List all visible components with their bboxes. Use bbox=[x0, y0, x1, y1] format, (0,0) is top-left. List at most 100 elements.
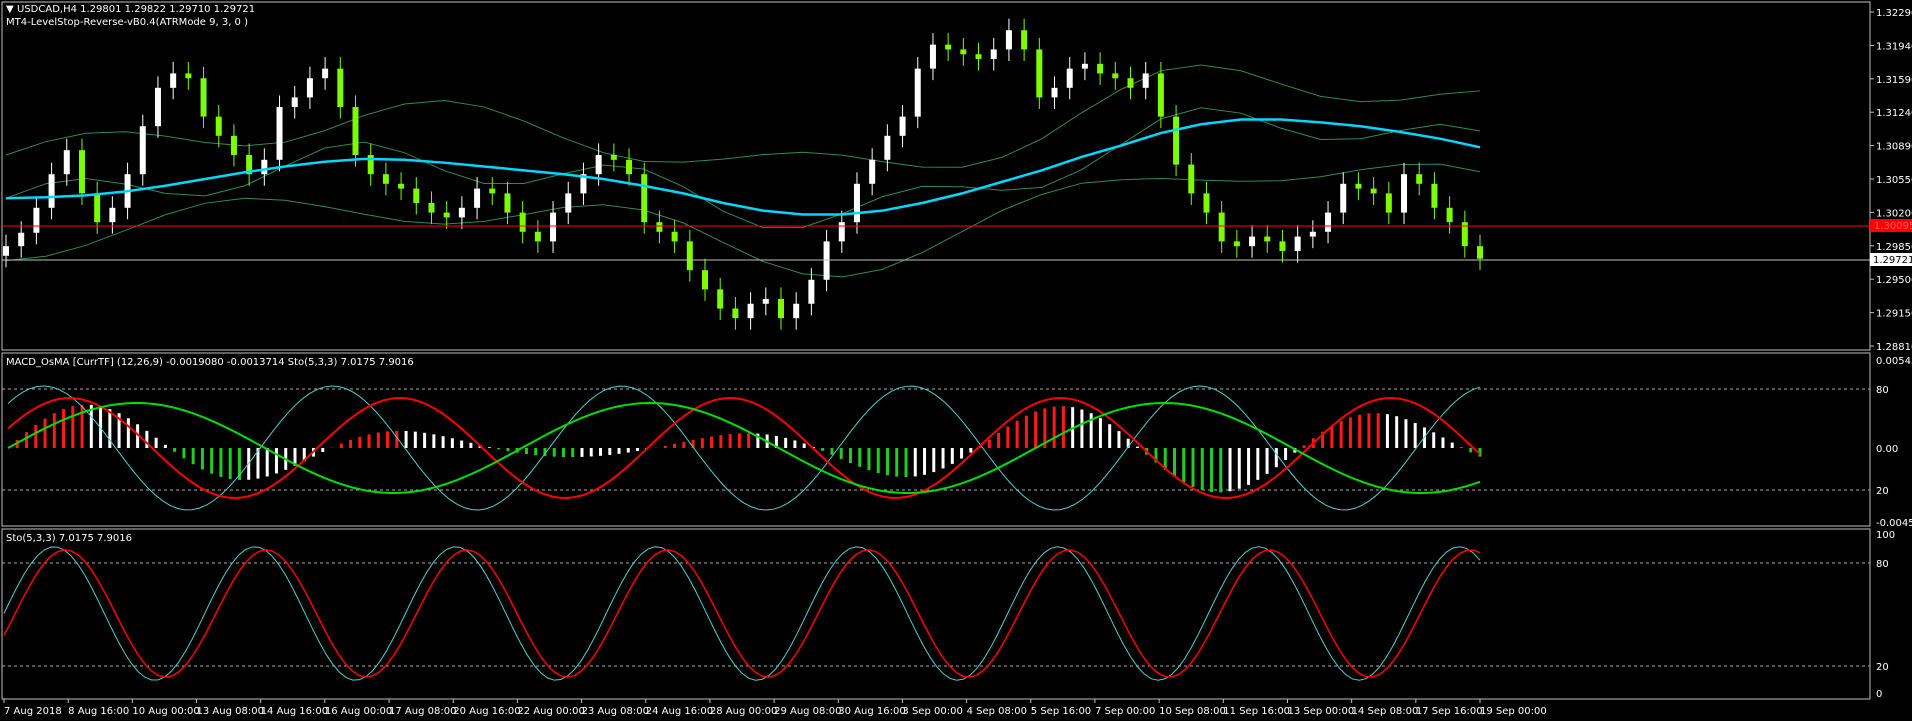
osma-bar bbox=[1015, 420, 1019, 448]
osma-bar bbox=[848, 448, 852, 463]
osma-bar bbox=[34, 424, 38, 448]
price-tick-label: 1.28810 bbox=[1876, 342, 1912, 353]
candle-body bbox=[671, 231, 678, 242]
price-tick-label: 1.32290 bbox=[1876, 8, 1912, 19]
osma-bar bbox=[349, 439, 353, 448]
osma-bar bbox=[987, 439, 991, 448]
candle-body bbox=[215, 116, 222, 136]
candle-body bbox=[1173, 116, 1180, 165]
osma-bar bbox=[719, 435, 723, 448]
candle-body bbox=[975, 54, 982, 60]
osma-bar bbox=[524, 448, 528, 455]
candle-body bbox=[1097, 63, 1104, 74]
sto-tick-label: 80 bbox=[1876, 559, 1889, 570]
candle-body bbox=[1036, 49, 1043, 98]
price-tick-label: 1.31240 bbox=[1876, 108, 1912, 119]
osma-bar bbox=[737, 433, 741, 448]
osma-bar bbox=[923, 448, 927, 475]
candle-body bbox=[230, 135, 237, 156]
osma-bar bbox=[339, 443, 343, 448]
osma-bar bbox=[969, 448, 973, 453]
osma-bar bbox=[1367, 413, 1371, 448]
candle-body bbox=[63, 150, 70, 175]
candle-body bbox=[18, 232, 25, 247]
price-tick-label: 1.29500 bbox=[1876, 275, 1912, 286]
candle-body bbox=[656, 222, 663, 232]
candle-body bbox=[641, 174, 648, 223]
time-tick-label: 20 Aug 16:00 bbox=[453, 706, 520, 717]
candle-body bbox=[686, 241, 693, 271]
osma-bar bbox=[913, 448, 917, 477]
candle-body bbox=[1309, 231, 1316, 237]
macd-tick-label: 0.005456 bbox=[1876, 356, 1912, 367]
trading-chart[interactable]: ▼ USDCAD,H4 1.29801 1.29822 1.29710 1.29… bbox=[0, 0, 1912, 721]
osma-bar bbox=[682, 441, 686, 448]
osma-bar bbox=[821, 448, 825, 451]
candle-body bbox=[1477, 246, 1483, 259]
candle-body bbox=[33, 207, 40, 233]
osma-bar bbox=[506, 448, 510, 452]
time-tick-label: 10 Aug 00:00 bbox=[132, 706, 199, 717]
candle-body bbox=[1218, 212, 1225, 242]
candle-body bbox=[1127, 78, 1134, 88]
osma-bar bbox=[867, 448, 871, 471]
candle-body bbox=[1370, 188, 1377, 194]
chart-header-arrow[interactable]: ▼ bbox=[6, 4, 14, 15]
candle-body bbox=[550, 212, 557, 242]
osma-bar bbox=[163, 444, 167, 448]
time-tick-label: 17 Aug 08:00 bbox=[389, 706, 456, 717]
time-tick-label: 8 Aug 16:00 bbox=[68, 706, 129, 717]
time-tick-label: 19 Sep 00:00 bbox=[1480, 706, 1547, 717]
candle-body bbox=[139, 126, 146, 175]
candle-body bbox=[869, 159, 876, 184]
time-tick-label: 17 Sep 16:00 bbox=[1416, 706, 1483, 717]
osma-bar bbox=[830, 448, 834, 455]
candle-body bbox=[1051, 87, 1058, 98]
candle-body bbox=[626, 159, 633, 175]
osma-bar bbox=[62, 409, 66, 448]
time-tick-label: 7 Aug 2018 bbox=[4, 706, 62, 717]
osma-bar bbox=[673, 443, 677, 448]
candle-body bbox=[474, 188, 481, 208]
candle-body bbox=[185, 73, 192, 79]
candle-body bbox=[1416, 174, 1423, 184]
osma-bar bbox=[1098, 418, 1102, 448]
osma-bar bbox=[552, 448, 556, 457]
time-tick-label: 23 Aug 08:00 bbox=[582, 706, 649, 717]
osma-bar bbox=[571, 448, 575, 458]
current-price-tag-text: 1.29721 bbox=[1873, 255, 1912, 266]
osma-bar bbox=[1052, 406, 1056, 448]
candle-body bbox=[595, 155, 602, 175]
candle-body bbox=[382, 174, 389, 184]
candle-body bbox=[899, 116, 906, 136]
osma-bar bbox=[728, 434, 732, 448]
candle-body bbox=[94, 193, 101, 223]
osma-bar bbox=[52, 413, 56, 448]
candle-body bbox=[458, 207, 465, 218]
candle-body bbox=[1325, 212, 1332, 232]
osma-bar bbox=[663, 445, 667, 448]
osma-bar bbox=[784, 437, 788, 448]
candle-body bbox=[1081, 63, 1088, 69]
candle-body bbox=[78, 150, 85, 194]
price-tick-label: 1.30200 bbox=[1876, 208, 1912, 219]
candle-body bbox=[200, 78, 207, 117]
candle-body bbox=[1021, 30, 1028, 50]
candle-body bbox=[489, 188, 496, 194]
candle-body bbox=[702, 270, 709, 290]
osma-bar bbox=[358, 436, 362, 448]
osma-bar bbox=[1385, 414, 1389, 448]
candle-body bbox=[929, 44, 936, 69]
osma-bar bbox=[413, 431, 417, 448]
osma-bar bbox=[376, 432, 380, 448]
price-tick-label: 1.29150 bbox=[1876, 309, 1912, 320]
osma-bar bbox=[200, 448, 204, 470]
candle-body bbox=[1066, 68, 1073, 88]
osma-bar bbox=[534, 448, 538, 456]
candle-body bbox=[853, 183, 860, 223]
osma-bar bbox=[1006, 426, 1010, 448]
candle-body bbox=[352, 107, 359, 156]
osma-bar bbox=[1191, 448, 1195, 487]
price-tick-label: 1.30890 bbox=[1876, 142, 1912, 153]
candle-body bbox=[1279, 241, 1286, 251]
